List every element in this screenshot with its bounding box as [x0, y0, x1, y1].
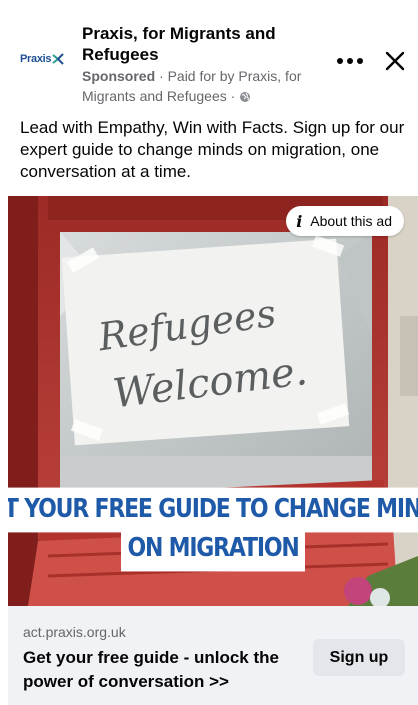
globe-icon — [240, 92, 251, 102]
ad-header: Praxis Praxis, for Migrants and Refugees… — [0, 20, 418, 110]
close-button[interactable] — [382, 48, 408, 74]
ad-meta: Sponsored · Paid for by Praxis, for Migr… — [82, 66, 322, 106]
logo-mark-icon — [52, 53, 64, 65]
link-headline[interactable]: Get your free guide - unlock the power o… — [23, 646, 303, 694]
banner-line-2: ON MIGRATION — [121, 526, 305, 572]
page-name[interactable]: Praxis, for Migrants and Refugees — [82, 23, 312, 65]
sign-up-button[interactable]: Sign up — [313, 639, 405, 676]
ad-image[interactable]: Refugees Welcome. i About this ad GET YO… — [8, 196, 418, 606]
about-this-ad-label: About this ad — [310, 213, 392, 229]
banner-line-1-wrap: GET YOUR FREE GUIDE TO CHANGE MINDS — [8, 487, 418, 533]
ad-footer[interactable]: act.praxis.org.uk Get your free guide - … — [8, 606, 418, 705]
close-icon — [385, 51, 405, 71]
logo-text: Praxis — [20, 53, 52, 65]
info-icon: i — [296, 211, 303, 231]
more-options-button[interactable] — [334, 49, 366, 73]
ad-primary-text: Lead with Empathy, Win with Facts. Sign … — [20, 118, 405, 181]
banner-line-2-wrap: ON MIGRATION — [8, 526, 418, 572]
more-dots-icon — [337, 58, 363, 64]
ad-card: Praxis Praxis, for Migrants and Refugees… — [0, 0, 418, 705]
link-domain: act.praxis.org.uk — [23, 624, 126, 640]
about-this-ad-button[interactable]: i About this ad — [286, 206, 404, 236]
page-logo[interactable]: Praxis — [20, 46, 70, 72]
sponsored-label: Sponsored — [82, 68, 156, 84]
